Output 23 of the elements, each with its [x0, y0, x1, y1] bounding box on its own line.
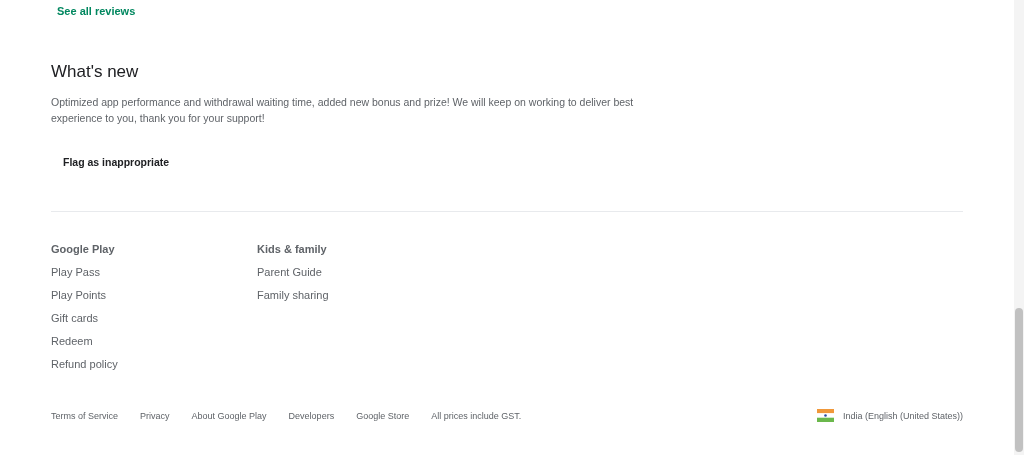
- footer-link[interactable]: About Google Play: [191, 410, 267, 421]
- flag-button[interactable]: Flag as inappropriate: [51, 150, 182, 174]
- price-note: All prices include GST.: [431, 410, 522, 421]
- locale-label: India (English (United States)): [842, 410, 963, 421]
- footer-link[interactable]: Family sharing: [257, 288, 463, 302]
- flag-icon: [816, 409, 834, 422]
- release-notes: Optimized app performance and withdrawal waiting time, added new bonus and prize! We will keep on working to deliver best experience to you, thank you for your support!: [51, 95, 635, 126]
- footer-link[interactable]: Privacy: [140, 410, 170, 421]
- footer-link[interactable]: Play Pass: [51, 265, 257, 279]
- footer-link[interactable]: Terms of Service: [51, 410, 119, 421]
- footer-link[interactable]: Developers: [288, 410, 335, 421]
- footer-link[interactable]: Parent Guide: [257, 265, 463, 279]
- footer-link[interactable]: Google Store: [356, 410, 410, 421]
- footer-link[interactable]: Redeem: [51, 334, 257, 348]
- footer-heading: Google Play: [51, 242, 116, 256]
- scrollbar[interactable]: [1014, 0, 1024, 455]
- scrollbar-thumb[interactable]: [1015, 308, 1023, 452]
- footer-heading: Kids & family: [257, 242, 328, 256]
- footer-link[interactable]: Play Points: [51, 288, 257, 302]
- footer-link[interactable]: Gift cards: [51, 311, 257, 325]
- see-all-reviews-link[interactable]: See all reviews: [57, 5, 136, 17]
- footer-link[interactable]: Refund policy: [51, 357, 257, 371]
- section-heading: What's new: [51, 62, 140, 82]
